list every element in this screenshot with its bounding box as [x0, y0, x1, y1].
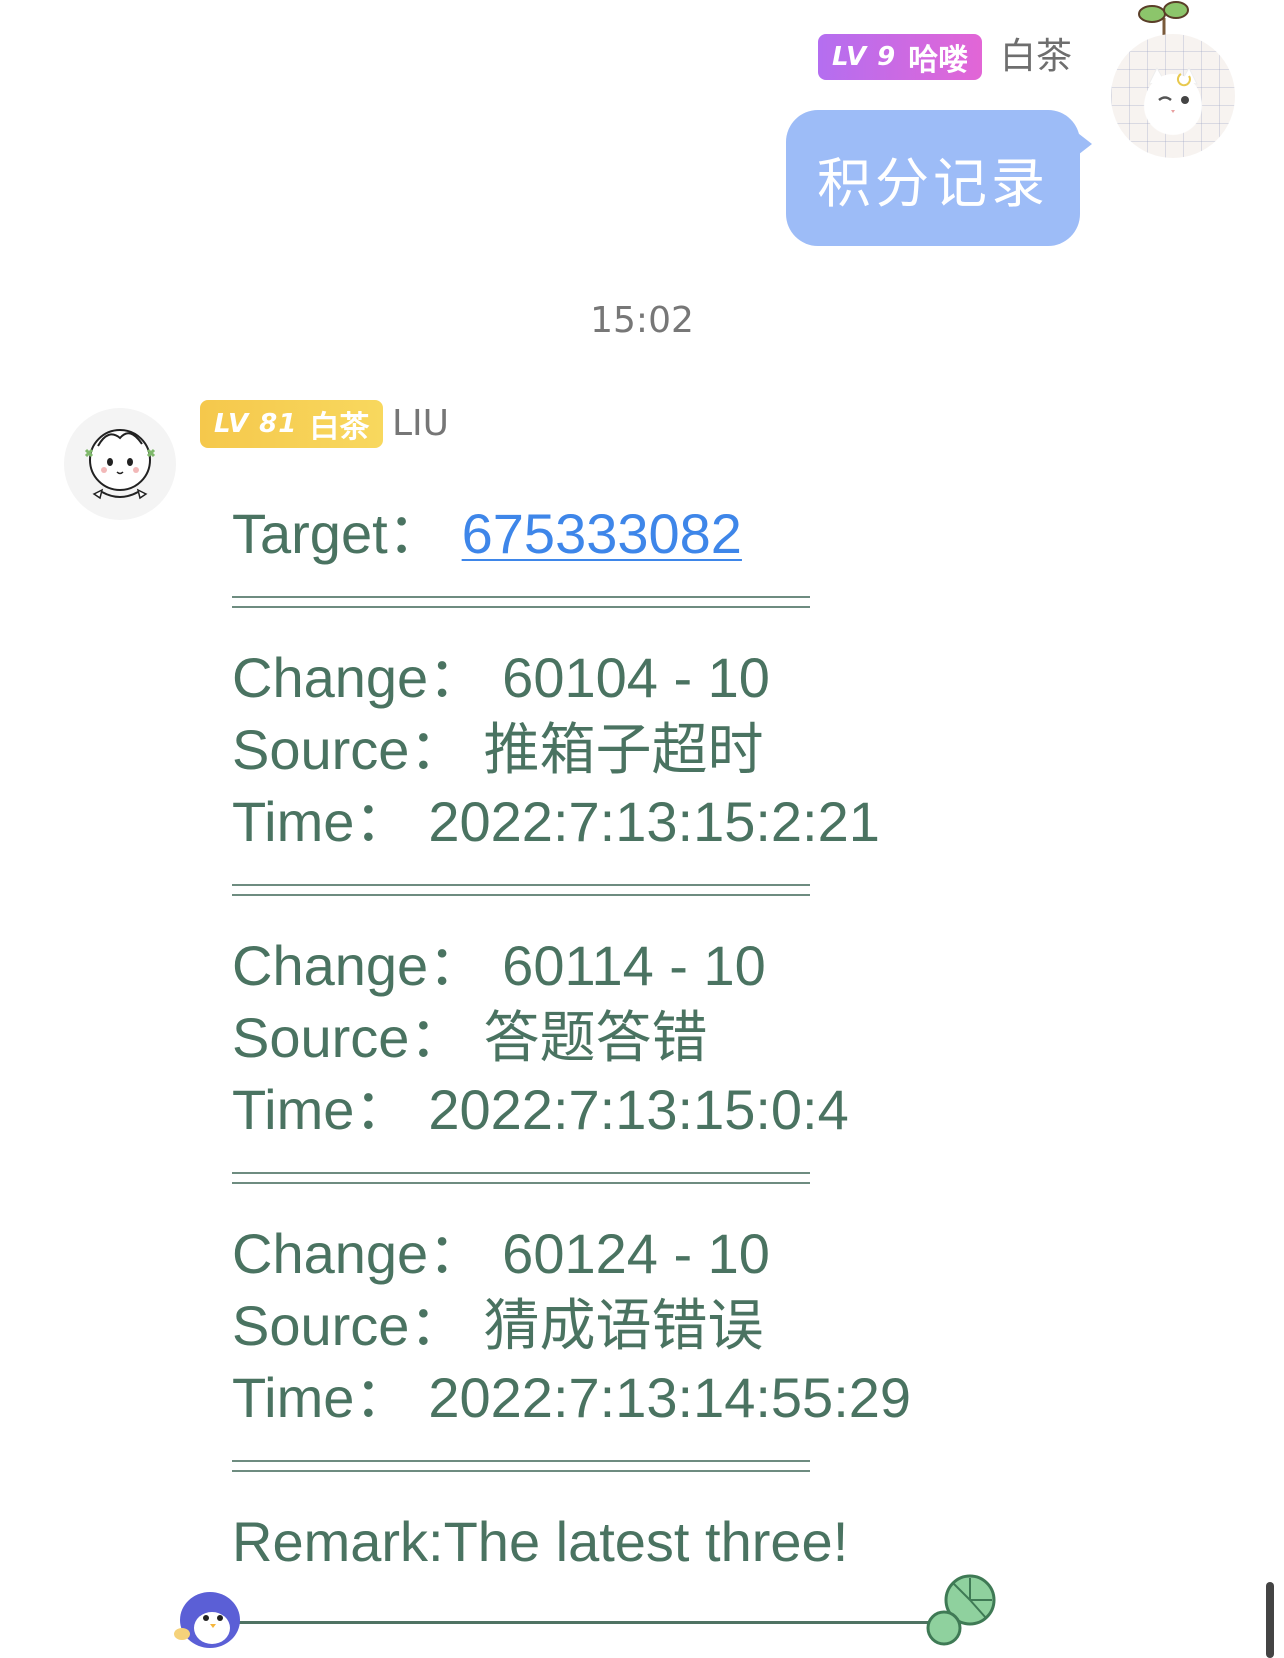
source-value: 推箱子超时 — [483, 718, 764, 781]
member-title: 哈喽 — [908, 43, 969, 78]
record-item: Change： 60124 - 10 Source： 猜成语错误 Time： 2022… — [232, 1218, 1032, 1434]
level-badge: LV 9 哈喽 — [818, 34, 983, 80]
message-timestamp: 15:02 — [590, 300, 694, 341]
change-value: 60124 - 10 — [502, 1222, 770, 1285]
separator — [232, 596, 810, 608]
white-cat-avatar[interactable] — [1111, 34, 1235, 158]
record-item: Change： 60114 - 10 Source： 答题答错 Time： 2022:… — [232, 930, 1032, 1146]
time-label: Time： — [232, 790, 411, 853]
change-value: 60114 - 10 — [502, 934, 766, 997]
time-value: 2022:7:13:15:2:21 — [428, 790, 880, 853]
time-label: Time： — [232, 1078, 411, 1141]
level-badge: LV 81 白茶 — [200, 400, 384, 448]
scrollbar[interactable] — [1266, 1582, 1274, 1658]
target-label: Target： — [232, 502, 444, 565]
source-label: Source： — [232, 718, 466, 781]
separator — [232, 1172, 810, 1184]
change-label: Change： — [232, 934, 485, 997]
sender-name[interactable]: 白茶 — [1000, 34, 1072, 80]
bubble-bottom-border — [232, 1621, 932, 1624]
source-value: 猜成语错误 — [483, 1294, 764, 1357]
time-value: 2022:7:13:14:55:29 — [428, 1366, 912, 1429]
change-value: 60104 - 10 — [502, 646, 770, 709]
target-link[interactable]: 675333082 — [462, 502, 742, 565]
source-value: 答题答错 — [483, 1006, 708, 1069]
lotus-leaf-icon — [922, 1572, 1004, 1648]
penguin-icon — [168, 1578, 252, 1650]
message-bubble[interactable]: 积分记录 — [786, 110, 1080, 246]
sender-name[interactable]: LIU — [392, 400, 449, 448]
time-label: Time： — [232, 1366, 411, 1429]
source-label: Source： — [232, 1294, 466, 1357]
time-value: 2022:7:13:15:0:4 — [428, 1078, 849, 1141]
separator — [232, 1460, 810, 1472]
change-label: Change： — [232, 646, 485, 709]
remark-text: Remark:The latest three! — [232, 1510, 849, 1573]
level-tag: LV 9 — [832, 42, 897, 72]
change-label: Change： — [232, 1222, 485, 1285]
points-record-card[interactable]: Target： 675333082 Change： 60104 - 10 Sourc… — [232, 498, 1032, 1578]
cartoon-boy-avatar[interactable] — [64, 408, 176, 520]
bubble-tail — [1074, 130, 1092, 158]
target-line: Target： 675333082 — [232, 498, 1032, 570]
level-tag: LV 81 — [214, 409, 298, 439]
member-title: 白茶 — [309, 410, 370, 445]
record-item: Change： 60104 - 10 Source： 推箱子超时 Time： 2022… — [232, 642, 1032, 858]
separator — [232, 884, 810, 896]
source-label: Source： — [232, 1006, 466, 1069]
